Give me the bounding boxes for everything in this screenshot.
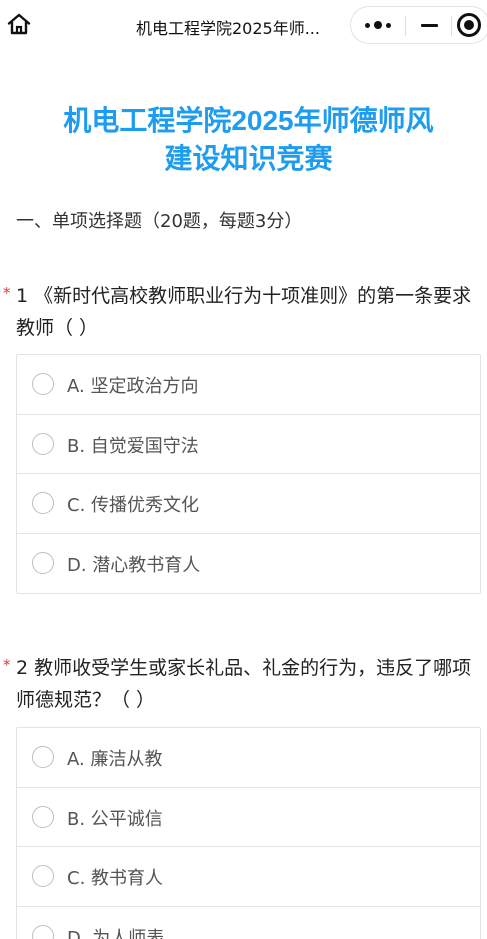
- radio-button[interactable]: [32, 746, 54, 768]
- option-a[interactable]: A. 坚定政治方向: [17, 355, 480, 415]
- question-text: 2 教师收受学生或家长礼品、礼金的行为，违反了哪项师德规范？（ ）: [16, 657, 472, 711]
- option-label: A. 坚定政治方向: [67, 376, 199, 397]
- minimize-icon[interactable]: [409, 7, 449, 43]
- option-label: B. 自觉爱国守法: [67, 435, 199, 457]
- option-b[interactable]: B. 公平诚信: [17, 788, 480, 847]
- page-title: 机电工程学院2025年师德师风 建设知识竞赛: [0, 102, 487, 178]
- page-title-line2: 建设知识竞赛: [164, 143, 333, 174]
- required-mark: *: [3, 656, 11, 674]
- close-target-icon[interactable]: [457, 13, 481, 37]
- capsule-divider: [405, 16, 406, 36]
- option-d[interactable]: D. 潜心教书育人: [17, 534, 480, 594]
- nav-title: 机电工程学院2025年师...: [136, 19, 320, 38]
- question-2-options: A. 廉洁从教 B. 公平诚信 C. 教书育人 D. 为人师表: [16, 727, 481, 939]
- option-label: C. 传播优秀文化: [67, 495, 200, 516]
- radio-button[interactable]: [32, 492, 54, 514]
- radio-button[interactable]: [32, 865, 54, 887]
- question-text: 1 《新时代高校教师职业行为十项准则》的第一条要求教师（ ）: [16, 285, 472, 339]
- section-title: 一、单项选择题（20题，每题3分）: [16, 211, 303, 232]
- radio-button[interactable]: [32, 924, 54, 939]
- top-nav-bar: 机电工程学院2025年师...: [0, 0, 487, 50]
- radio-button[interactable]: [32, 373, 54, 395]
- option-label: B. 公平诚信: [67, 808, 163, 830]
- option-label: D. 为人师表: [67, 927, 165, 939]
- option-label: C. 教书育人: [67, 868, 164, 889]
- option-c[interactable]: C. 教书育人: [17, 847, 480, 907]
- home-icon[interactable]: [4, 8, 34, 40]
- radio-button[interactable]: [32, 805, 54, 828]
- option-label: A. 廉洁从教: [67, 749, 163, 770]
- option-label: D. 潜心教书育人: [67, 554, 201, 576]
- question-1-options: A. 坚定政治方向 B. 自觉爱国守法 C. 传播优秀文化 D. 潜心教书育人: [16, 354, 481, 594]
- radio-button[interactable]: [32, 432, 54, 455]
- capsule-divider: [451, 16, 452, 36]
- option-b[interactable]: B. 自觉爱国守法: [17, 415, 480, 474]
- option-a[interactable]: A. 廉洁从教: [17, 728, 480, 788]
- option-c[interactable]: C. 传播优秀文化: [17, 474, 480, 534]
- required-mark: *: [3, 284, 11, 302]
- more-icon[interactable]: [351, 7, 405, 43]
- option-d[interactable]: D. 为人师表: [17, 907, 480, 939]
- page-title-line1: 机电工程学院2025年师德师风: [63, 105, 434, 136]
- mini-program-capsule: [350, 6, 487, 44]
- radio-button[interactable]: [32, 551, 54, 574]
